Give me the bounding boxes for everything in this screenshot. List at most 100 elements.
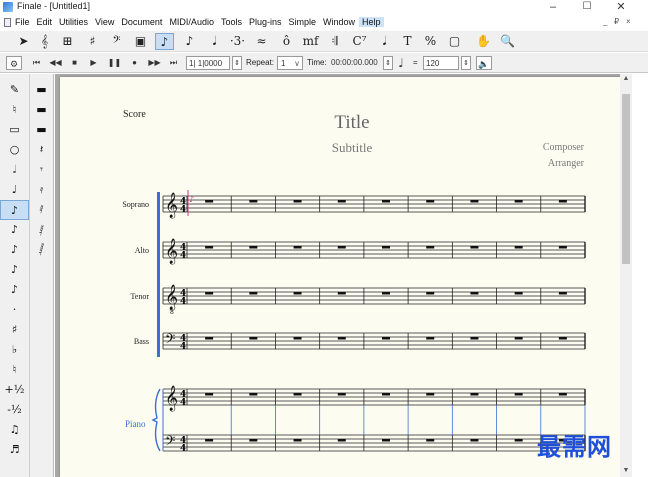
treble-clef-icon[interactable]: 𝄞 xyxy=(165,192,178,218)
menu-edit[interactable]: Edit xyxy=(37,17,53,27)
choir-bracket[interactable] xyxy=(157,192,160,357)
menu-midi-audio[interactable]: MIDI/Audio xyxy=(169,17,214,27)
maximize-button[interactable]: ☐ xyxy=(572,0,602,15)
staff-piano-treble[interactable]: 𝄞 44 xyxy=(162,385,586,411)
score-arranger[interactable]: Arranger xyxy=(548,158,585,169)
whole-rest-icon[interactable] xyxy=(426,393,435,396)
rewind-button[interactable]: ◀◀ xyxy=(47,56,64,70)
repeat-tool-icon[interactable]: 𝄇 xyxy=(325,33,344,50)
whole-rest-icon[interactable] xyxy=(426,292,435,295)
whole-rest-icon[interactable] xyxy=(514,246,523,249)
staff-1[interactable]: 𝄞 44 xyxy=(162,238,586,264)
time-signature-bottom[interactable]: 4 xyxy=(180,251,186,261)
score-composer[interactable]: Composer xyxy=(543,142,585,153)
whole-rest-icon[interactable] xyxy=(337,393,346,396)
whole-rest-icon[interactable] xyxy=(337,200,346,203)
eighth-rest-icon[interactable]: 𝄾 xyxy=(30,160,53,180)
speaker-icon[interactable]: 🔈 xyxy=(476,56,492,70)
whole-rest-icon[interactable] xyxy=(470,393,479,396)
whole-rest-icon[interactable] xyxy=(293,292,302,295)
vertical-scrollbar[interactable]: ▲ ▼ xyxy=(620,74,632,477)
tempo-spinner-icon[interactable]: ⇕ xyxy=(461,56,471,70)
expression-tool-icon[interactable]: mf xyxy=(301,33,320,50)
treble-clef-icon[interactable]: 𝄞 xyxy=(165,284,178,310)
chord-tool-icon[interactable]: C⁷ xyxy=(350,33,369,50)
bass-clef-icon[interactable]: 𝄢 xyxy=(165,433,175,452)
whole-rest-icon[interactable] xyxy=(558,200,567,203)
text-tool-icon[interactable]: T xyxy=(398,33,417,50)
whole-rest-icon[interactable] xyxy=(514,439,523,442)
half-step-down-icon[interactable]: -½ xyxy=(0,400,29,420)
bass-clef-icon[interactable]: 𝄢 xyxy=(165,331,175,350)
hand-grabber-tool-icon[interactable]: ✋ xyxy=(474,33,493,50)
half-rest-icon[interactable]: ▬ xyxy=(30,100,53,120)
tuplet-tool-icon[interactable]: ·3· xyxy=(228,33,247,50)
piano-brace[interactable] xyxy=(151,388,161,452)
whole-rest-icon[interactable] xyxy=(337,246,346,249)
one-twenty-eighth-rest-icon[interactable]: 𝅂 xyxy=(30,240,53,260)
menu-utilities[interactable]: Utilities xyxy=(59,17,88,27)
selection-tool-icon[interactable]: ➤ xyxy=(14,33,33,50)
tempo-unit-spinner-icon[interactable]: ⇕ xyxy=(383,56,393,70)
natural-icon[interactable]: ♮ xyxy=(0,360,29,380)
whole-rest-icon[interactable] xyxy=(249,439,258,442)
whole-note-icon[interactable]: ○ xyxy=(0,140,29,160)
piano-staff-name[interactable]: Piano xyxy=(125,419,146,429)
whole-rest-icon[interactable] xyxy=(514,292,523,295)
lyrics-tool-icon[interactable]: 𝅘𝅥 xyxy=(375,33,394,50)
whole-rest-icon[interactable] xyxy=(293,246,302,249)
score-canvas[interactable]: Score Title Subtitle Composer Arranger 𝄞… xyxy=(60,77,620,477)
score-subtitle[interactable]: Subtitle xyxy=(332,140,373,155)
sharp-icon[interactable]: ♯ xyxy=(0,320,29,340)
fast-forward-button[interactable]: ▶▶ xyxy=(146,56,163,70)
sixteenth-rest-icon[interactable]: 𝄿 xyxy=(30,180,53,200)
double-whole-rest-icon[interactable]: ▬ xyxy=(30,120,53,140)
time-signature-bottom[interactable]: 4 xyxy=(180,342,186,352)
whole-rest-icon[interactable] xyxy=(558,292,567,295)
document-icon[interactable] xyxy=(4,18,11,27)
thirty-second-rest-icon[interactable]: 𝅀 xyxy=(30,200,53,220)
whole-rest-icon[interactable] xyxy=(382,393,390,396)
counter-spinner-icon[interactable]: ⇕ xyxy=(232,56,242,70)
whole-rest-icon[interactable] xyxy=(205,393,214,396)
menu-tools[interactable]: Tools xyxy=(221,17,242,27)
record-button[interactable]: ● xyxy=(126,56,143,70)
resize-tool-icon[interactable]: % xyxy=(421,33,440,50)
whole-rest-icon[interactable] xyxy=(426,439,435,442)
score-title[interactable]: Title xyxy=(334,112,369,133)
staff-name-bass[interactable]: Bass xyxy=(134,337,149,346)
close-button[interactable]: ✕ xyxy=(606,0,636,15)
tie-icon[interactable]: ♫ xyxy=(0,420,29,440)
whole-rest-icon[interactable] xyxy=(249,292,258,295)
whole-rest-icon[interactable] xyxy=(426,246,435,249)
quarter-rest-icon[interactable]: 𝄽 xyxy=(30,140,53,160)
articulation-tool-icon[interactable]: ô xyxy=(277,33,296,50)
time-signature-bottom[interactable]: 4 xyxy=(180,398,186,408)
one-twenty-eighth-note-icon[interactable]: ♪ xyxy=(0,280,29,300)
whole-rest-icon[interactable] xyxy=(293,337,302,340)
whole-rest-icon[interactable] xyxy=(470,246,479,249)
zoom-tool-icon[interactable]: 🔍 xyxy=(498,33,517,50)
sixty-fourth-rest-icon[interactable]: 𝅁 xyxy=(30,220,53,240)
whole-rest-icon[interactable] xyxy=(470,292,479,295)
whole-rest-icon[interactable] xyxy=(337,439,346,442)
menu-plug-ins[interactable]: Plug-ins xyxy=(249,17,282,27)
staff-piano-bass[interactable]: 𝄢 44 xyxy=(162,433,586,454)
whole-rest-icon[interactable] xyxy=(293,393,302,396)
thirty-second-note-icon[interactable]: ♪ xyxy=(0,240,29,260)
whole-rest-icon[interactable] xyxy=(249,393,258,396)
whole-rest-icon[interactable] xyxy=(382,439,390,442)
repeat-select[interactable]: 1 ∨ xyxy=(277,56,303,70)
counter-display[interactable]: 1| 1|0000 xyxy=(186,56,230,70)
whole-rest-icon[interactable] xyxy=(205,246,214,249)
sixty-fourth-note-icon[interactable]: ♪ xyxy=(0,260,29,280)
tempo-input[interactable]: 120 xyxy=(423,56,459,70)
whole-rest-icon[interactable] xyxy=(337,292,346,295)
whole-rest-icon[interactable] xyxy=(205,439,214,442)
document-restore-button[interactable]: ₽ xyxy=(614,17,619,26)
whole-rest-icon[interactable] xyxy=(249,200,258,203)
scroll-up-arrow-icon[interactable]: ▲ xyxy=(620,75,632,82)
staff-2[interactable]: 𝄞844 xyxy=(162,284,586,316)
whole-rest-icon[interactable] xyxy=(558,393,567,396)
menu-document[interactable]: Document xyxy=(121,17,162,27)
